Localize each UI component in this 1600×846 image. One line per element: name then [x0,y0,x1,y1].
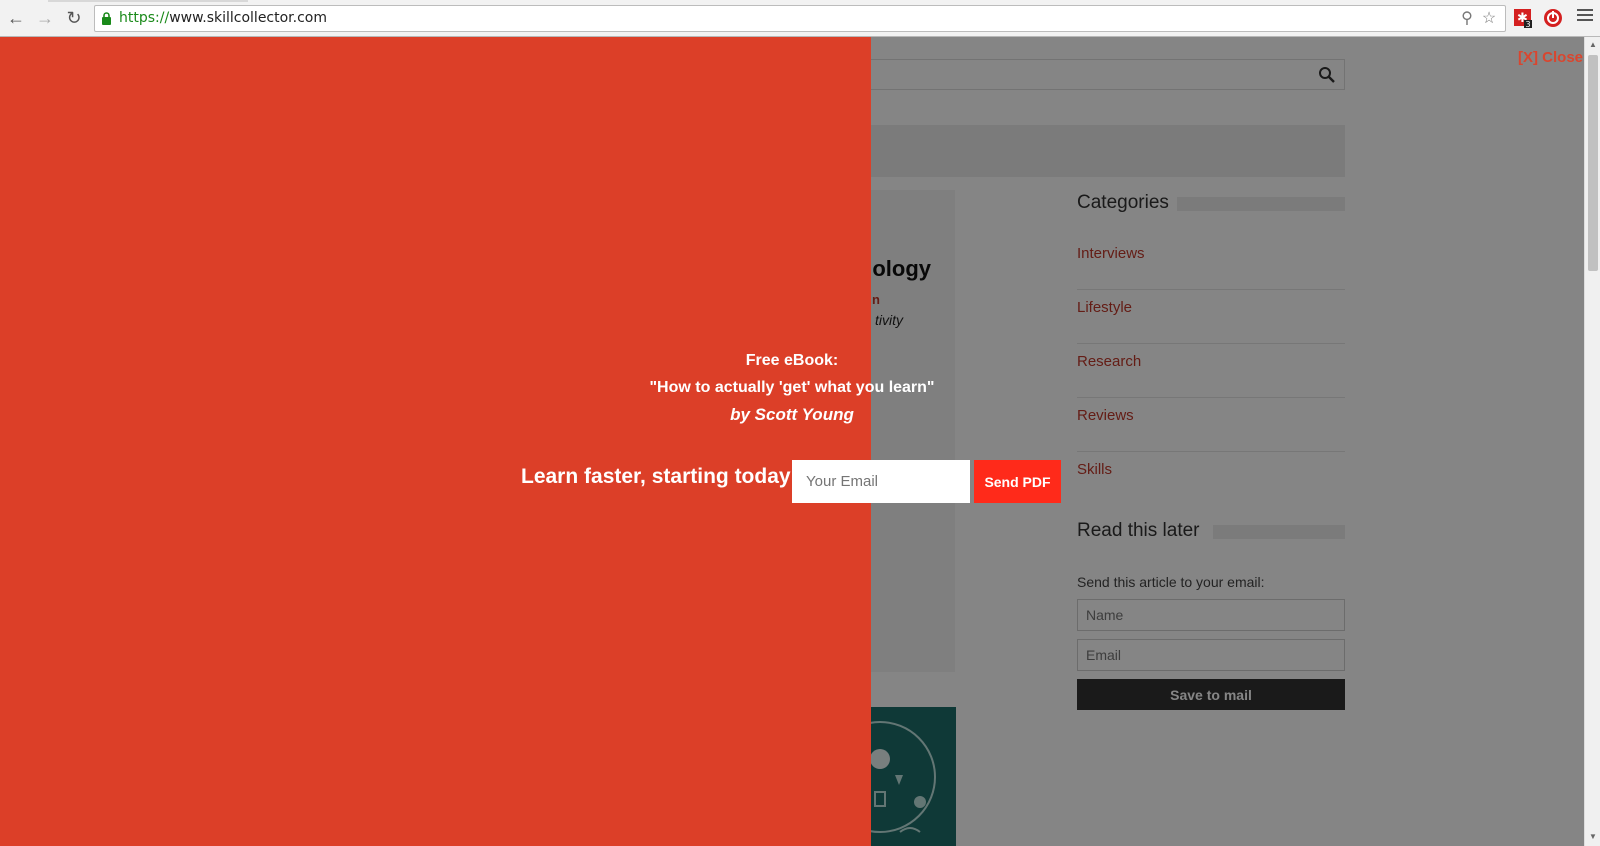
send-pdf-button[interactable]: Send PDF [974,460,1061,503]
scroll-thumb[interactable] [1588,55,1598,271]
page-scrollbar[interactable]: ▲ ▼ [1584,37,1600,846]
bookmark-star-icon[interactable]: ☆ [1480,10,1498,28]
menu-icon[interactable] [1577,9,1593,25]
scroll-up-icon[interactable]: ▲ [1588,40,1598,50]
optin-form: Free eBook: "How to actually 'get' what … [0,37,1584,846]
reload-icon[interactable]: ↻ [63,7,85,29]
forward-icon[interactable]: → [34,7,56,29]
page-content: ology n tivity Categories Interviews Lif… [0,37,1584,846]
scroll-down-icon[interactable]: ▼ [1588,832,1598,842]
browser-toolbar: ← → ↻ https://www.skillcollector.com ⚲ ☆… [0,0,1600,37]
ebook-title: "How to actually 'get' what you learn" [649,379,935,396]
lock-icon [102,12,111,25]
optin-tagline: Learn faster, starting today [521,465,791,488]
extension-icon[interactable]: ✱ 3 [1513,8,1533,28]
address-bar[interactable]: https://www.skillcollector.com ⚲ ☆ [94,5,1506,32]
extension-badge: 3 [1525,20,1530,28]
ebook-author: by Scott Young [730,405,854,424]
ebook-offer: Free eBook: "How to actually 'get' what … [592,347,992,428]
tab-strip [48,0,248,2]
back-icon[interactable]: ← [5,7,27,29]
optin-email-input[interactable] [792,460,970,503]
url-text: https://www.skillcollector.com [119,10,328,26]
ebook-label: Free eBook: [745,352,839,369]
zoom-icon[interactable]: ⚲ [1458,10,1476,28]
adblock-icon[interactable] [1543,8,1563,28]
